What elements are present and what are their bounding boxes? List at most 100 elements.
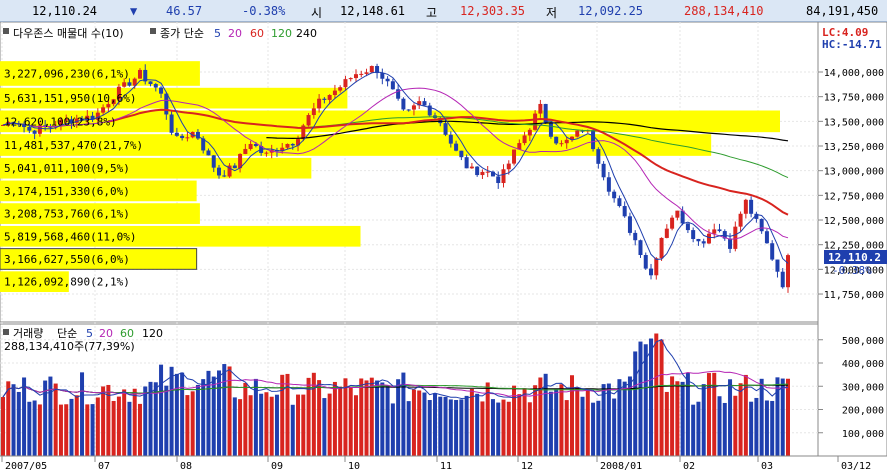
volume-ma-label: 단순 (57, 327, 77, 340)
candle-body (443, 123, 448, 135)
candle-body (448, 134, 453, 144)
volume-bar (422, 392, 427, 456)
stock-chart[interactable]: 3,227,096,230(6,1%) 5,631,151,950(10,6%) 1… (0, 22, 887, 472)
candle-body (606, 177, 611, 192)
volume-bar (606, 383, 611, 456)
candle-body (743, 199, 748, 214)
price-tick-label: 12,750,000 (824, 191, 884, 202)
volume-bar (591, 402, 596, 456)
volume-bar (85, 404, 90, 456)
volume-bar (459, 399, 464, 456)
price-tick-label: 11,750,000 (824, 290, 884, 301)
volume-bar (522, 388, 527, 456)
volume-bar (612, 398, 617, 456)
volume-bar (90, 404, 95, 456)
volume-tick-label: 400,000 (842, 359, 884, 370)
volume-bar (143, 386, 148, 456)
volume-bar (95, 397, 100, 456)
candle-body (780, 271, 785, 288)
volume-value: 288,134,410 (684, 4, 764, 18)
candle-body (538, 103, 543, 114)
candle-body (564, 139, 569, 144)
date-tick-label: 08 (180, 461, 192, 472)
candle-body (775, 259, 780, 272)
volume-bar (1, 397, 5, 456)
volume-bar (159, 364, 164, 456)
volume-bar (296, 394, 301, 456)
candle-body (475, 166, 480, 176)
candle-body (217, 167, 222, 176)
date-tick-label: 11 (440, 461, 452, 472)
volume-bar (722, 402, 727, 456)
candle-body (575, 130, 580, 137)
candle-body (222, 175, 227, 177)
volume-bar (427, 400, 432, 456)
volume-tick-label: 100,000 (842, 429, 884, 440)
candle-body (728, 238, 733, 249)
volume-bar (232, 397, 237, 456)
date-tick-label: 12 (521, 461, 533, 472)
volume-bar (512, 385, 517, 456)
candle-body (712, 229, 717, 234)
candle-body (369, 66, 374, 73)
volume-bar (64, 404, 69, 456)
candle-body (411, 105, 416, 110)
candle-body (749, 199, 754, 214)
price-change-pct: -0.38% (242, 4, 286, 18)
price-tick-label: 12,500,000 (824, 216, 884, 227)
volume-bar (58, 404, 63, 456)
volume-bar (701, 384, 706, 456)
down-arrow-icon: ▼ (130, 4, 138, 18)
volume-bar (554, 388, 559, 456)
candle-body (211, 155, 216, 168)
volume-bar (69, 398, 74, 456)
volume-bar (496, 402, 501, 456)
candle-body (353, 74, 358, 79)
volume-bar (448, 399, 453, 456)
volume-ma-120-legend: 120 (142, 327, 163, 340)
candle-body (764, 231, 769, 244)
date-tick-label: 02 (683, 461, 695, 472)
candle-body (643, 255, 648, 269)
volume-bar (32, 400, 37, 456)
candle-body (385, 78, 390, 82)
volume-bar (638, 341, 643, 456)
candle-body (148, 81, 153, 85)
volume-bar (664, 391, 669, 456)
candle-body (527, 129, 532, 136)
candle-body (659, 237, 664, 259)
volume-bar (654, 333, 659, 456)
candle-body (232, 165, 237, 169)
open-price: 12,148.61 (340, 4, 406, 18)
volume-bar (174, 373, 179, 456)
volume-bar (390, 403, 395, 456)
legend-bullet-icon (3, 329, 9, 335)
date-tick-label: 03/12 (841, 461, 871, 472)
volume-tick-label: 200,000 (842, 406, 884, 417)
candle-body (759, 218, 764, 232)
candle-body (670, 217, 675, 229)
quote-bar: 12,110.24 ▼ 46.57 -0.38% 시 12,148.61 고 1… (0, 0, 887, 22)
volume-bar (248, 395, 253, 456)
volume-bar (385, 385, 390, 456)
last-price-tag-text: 12,110.2 (828, 251, 881, 264)
legend-bullet-icon (3, 28, 9, 34)
volume-bar (132, 388, 137, 456)
volume-bar (738, 383, 743, 456)
candle-body (691, 230, 696, 239)
candle-body (364, 72, 369, 74)
volume-bar (411, 389, 416, 456)
volume-bar (137, 403, 142, 456)
candle-body (127, 82, 132, 86)
volume-bar (548, 391, 553, 456)
high-price: 12,303.35 (460, 4, 526, 18)
volume-bar (786, 378, 790, 456)
volume-bar (343, 378, 348, 456)
candle-body (459, 150, 464, 158)
candle-body (701, 241, 706, 244)
candle-body (480, 171, 485, 176)
volume-profile-label: 3,174,151,330(6,0%) (4, 185, 130, 198)
volume-profile-label: 11,481,537,470(21,7%) (4, 139, 143, 152)
price-panel-title: 다우존스 매물대 수(10) (13, 27, 124, 40)
candle-body (338, 87, 343, 91)
